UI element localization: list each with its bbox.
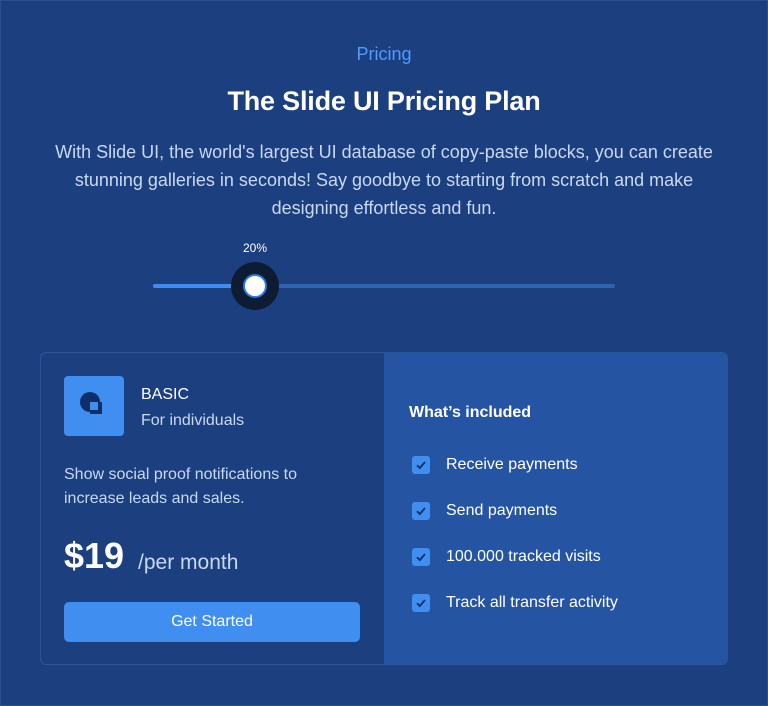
- pricing-slider[interactable]: 20%: [153, 236, 615, 316]
- checkmark-icon: [412, 548, 430, 566]
- feature-item: 100.000 tracked visits: [412, 547, 601, 567]
- feature-item: Receive payments: [412, 455, 578, 475]
- pricing-card: BASIC For individuals Show social proof …: [40, 352, 728, 665]
- page-description: With Slide UI, the world's largest UI da…: [55, 142, 713, 218]
- eyebrow-label: Pricing: [356, 44, 412, 64]
- slider-value-label: 20%: [242, 241, 268, 255]
- included-title: What’s included: [409, 404, 532, 421]
- plan-description: Show social proof notifications to incre…: [64, 466, 298, 507]
- feature-label: Send payments: [446, 502, 558, 519]
- checkmark-icon: [412, 456, 430, 474]
- feature-item: Track all transfer activity: [412, 593, 618, 613]
- plan-price: $19: [64, 535, 125, 576]
- included-panel: What’s included Receive payments Send pa…: [384, 353, 727, 664]
- get-started-button[interactable]: Get Started: [64, 602, 360, 642]
- feature-label: Receive payments: [446, 456, 578, 473]
- plan-period: /per month: [138, 551, 239, 574]
- plan-logo-icon: [64, 376, 124, 436]
- plan-audience: For individuals: [141, 412, 245, 429]
- page-title: The Slide UI Pricing Plan: [227, 86, 541, 116]
- slider-thumb[interactable]: [243, 274, 267, 298]
- feature-label: 100.000 tracked visits: [446, 548, 601, 565]
- plan-name: BASIC: [141, 386, 190, 403]
- checkmark-icon: [412, 594, 430, 612]
- checkmark-icon: [412, 502, 430, 520]
- feature-label: Track all transfer activity: [446, 594, 618, 611]
- feature-item: Send payments: [412, 501, 557, 521]
